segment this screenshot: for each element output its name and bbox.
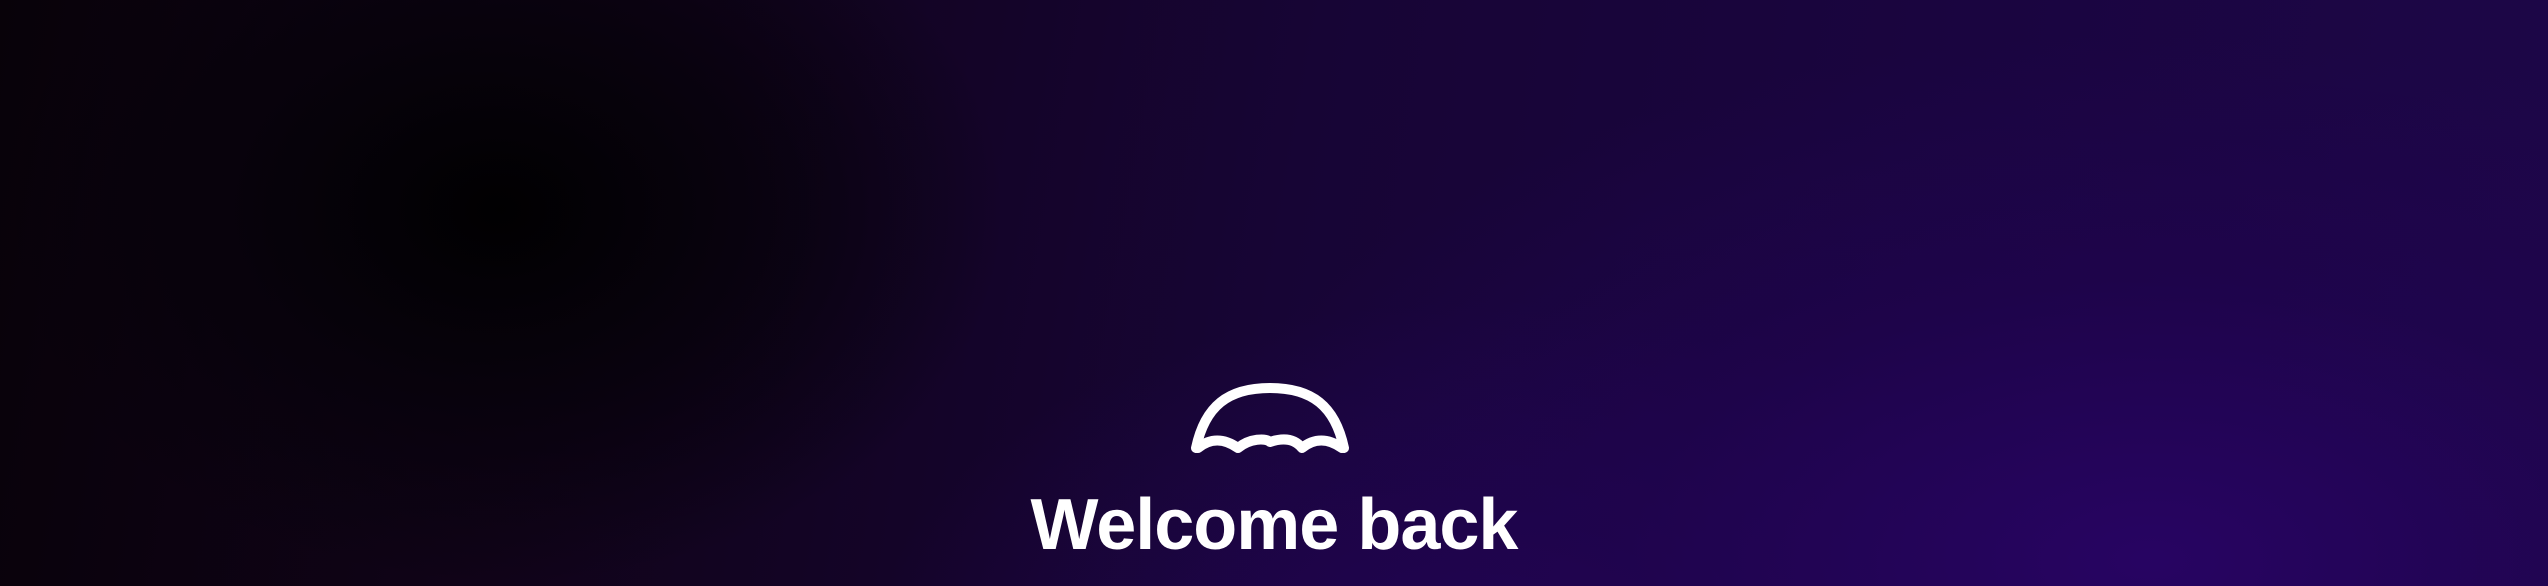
dome-wave-logo-icon bbox=[1188, 370, 1352, 460]
page-title: Welcome back bbox=[1030, 485, 1519, 565]
login-screen: Welcome back bbox=[0, 0, 2548, 586]
